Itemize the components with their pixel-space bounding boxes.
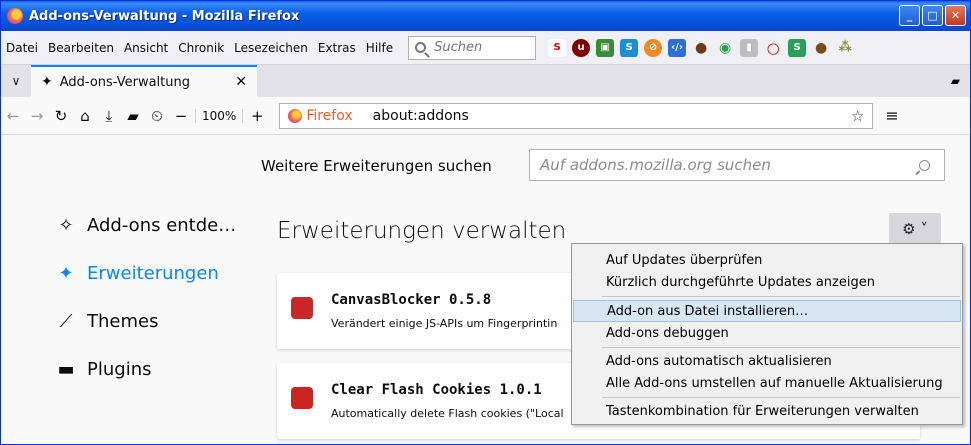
tab-list-chevron-icon[interactable]: ∨ xyxy=(1,74,31,88)
page-title: Erweiterungen verwalten xyxy=(277,218,567,244)
cookie-extension-icon[interactable]: ● xyxy=(692,39,710,57)
puzzle-icon: ✦ xyxy=(58,263,74,284)
search-icon xyxy=(415,42,427,53)
extension-toolbar: S u ▣ S ⊘ ‹/› ● ◉ ▮ ○ S ● ⁂ xyxy=(548,38,854,57)
cookie-icon xyxy=(291,387,313,409)
addons-page: Weitere Erweiterungen suchen Auf addons.… xyxy=(1,135,970,444)
menu-bar: Datei Bearbeiten Ansicht Chronik Lesezei… xyxy=(1,31,970,65)
toolbar-search-placeholder: Suchen xyxy=(434,40,483,55)
sidebar-item-label: Plugins xyxy=(87,359,152,380)
download-icon[interactable]: ⤓ xyxy=(97,107,121,125)
tab-strip: ∨ ✦ Add-ons-Verwaltung ✕ ▰ xyxy=(1,65,970,97)
menu-item-manual-update[interactable]: Alle Add-ons umstellen auf manuelle Aktu… xyxy=(573,372,961,394)
browser-window: Add-ons-Verwaltung - Mozilla Firefox _ □… xyxy=(0,0,971,445)
menu-item-auto-update[interactable]: Add-ons automatisch aktualisieren xyxy=(573,350,961,372)
tab-addons[interactable]: ✦ Add-ons-Verwaltung ✕ xyxy=(31,65,257,97)
cookie2-extension-icon[interactable]: ● xyxy=(812,39,830,57)
tab-title: Add-ons-Verwaltung xyxy=(59,74,190,90)
home-icon[interactable]: ⌂ xyxy=(73,107,97,125)
window-title: Add-ons-Verwaltung - Mozilla Firefox xyxy=(29,8,300,24)
title-bar: Add-ons-Verwaltung - Mozilla Firefox _ □… xyxy=(1,1,970,31)
sidebar-item-label: Add-ons entde… xyxy=(87,215,237,236)
window-controls: _ □ ✕ xyxy=(899,5,966,26)
brush-icon: ⟋ xyxy=(59,311,73,332)
minimize-button[interactable]: _ xyxy=(899,5,920,26)
addon-name: CanvasBlocker 0.5.8 xyxy=(331,292,492,308)
forward-icon[interactable]: → xyxy=(25,107,49,125)
firefox-logo-icon xyxy=(7,8,23,24)
close-window-button[interactable]: ✕ xyxy=(945,5,966,26)
grey-extension-icon[interactable]: ▮ xyxy=(740,38,759,57)
red-ring-extension-icon[interactable]: ○ xyxy=(764,39,782,57)
back-icon[interactable]: ← xyxy=(1,107,25,125)
url-bar[interactable]: Firefox about:addons ☆ xyxy=(279,102,874,129)
misc-extension-icon[interactable]: ⁂ xyxy=(836,39,854,57)
sidebar-item-plugins[interactable]: ▬ Plugins xyxy=(55,359,151,380)
extension-s-blue-icon[interactable]: S xyxy=(620,38,639,57)
menu-item-debug-addons[interactable]: Add-ons debuggen xyxy=(573,322,961,344)
amo-search-icon xyxy=(919,159,930,171)
addon-name: Clear Flash Cookies 1.0.1 xyxy=(331,382,542,398)
gear-dropdown-menu: Auf Updates überprüfen Kürzlich durchgef… xyxy=(571,243,963,425)
navigation-bar: ← → ↻ ⌂ ⤓ ▰ ⏲ − 100% + Firefox about:add… xyxy=(1,97,970,135)
sidebar-item-discover[interactable]: ✧ Add-ons entde… xyxy=(55,215,236,236)
bookmark-star-icon[interactable]: ☆ xyxy=(851,107,864,125)
menu-lesezeichen[interactable]: Lesezeichen xyxy=(229,41,313,55)
extension-s-icon[interactable]: S xyxy=(548,38,567,57)
extension-nav-icon[interactable]: ▰ xyxy=(121,107,145,125)
menu-extras[interactable]: Extras xyxy=(313,41,361,55)
extension-overflow-icon[interactable]: ▰ xyxy=(951,74,960,88)
menu-ansicht[interactable]: Ansicht xyxy=(119,41,173,55)
menu-hilfe[interactable]: Hilfe xyxy=(361,41,398,55)
ublock-icon[interactable]: u xyxy=(572,38,591,57)
hamburger-menu-icon[interactable]: ≡ xyxy=(885,106,898,125)
zoom-in-icon[interactable]: + xyxy=(245,107,269,125)
menu-item-check-updates[interactable]: Auf Updates überprüfen xyxy=(573,249,961,271)
menu-item-recent-updates[interactable]: Kürzlich durchgeführte Updates anzeigen xyxy=(573,271,961,293)
menu-bearbeiten[interactable]: Bearbeiten xyxy=(43,41,119,55)
addon-description: Verändert einige JS-APIs um Fingerprinti… xyxy=(331,317,558,330)
circle-extension-icon[interactable]: ◉ xyxy=(716,39,734,57)
green-extension-icon[interactable]: ▣ xyxy=(596,38,615,57)
close-tab-icon[interactable]: ✕ xyxy=(235,74,247,90)
plugin-icon: ▬ xyxy=(57,359,75,380)
fingerprint-icon xyxy=(291,297,313,319)
reload-icon[interactable]: ↻ xyxy=(49,107,73,125)
addon-description: Automatically delete Flash cookies ("Loc… xyxy=(331,407,564,420)
url-brand: Firefox xyxy=(306,107,353,124)
find-more-label: Weitere Erweiterungen suchen xyxy=(261,157,492,175)
sidebar-item-label: Erweiterungen xyxy=(87,263,219,284)
code-extension-icon[interactable]: ‹/› xyxy=(668,38,687,57)
sidebar-item-label: Themes xyxy=(87,311,159,332)
extension-s-green-icon[interactable]: S xyxy=(788,38,807,57)
menu-item-shortcuts[interactable]: Tastenkombination für Erweiterungen verw… xyxy=(573,400,961,422)
timer-icon[interactable]: ⏲ xyxy=(145,107,169,125)
menu-chronik[interactable]: Chronik xyxy=(173,41,229,55)
menu-separator xyxy=(602,296,960,297)
firefox-identity-icon xyxy=(288,108,303,123)
zoom-out-icon[interactable]: − xyxy=(169,107,193,125)
maximize-button[interactable]: □ xyxy=(922,5,943,26)
tools-gear-button[interactable]: ⚙ ˅ xyxy=(889,213,941,245)
menu-datei[interactable]: Datei xyxy=(1,41,43,55)
puzzle-icon: ✦ xyxy=(41,74,53,90)
amo-search-input[interactable]: Auf addons.mozilla.org suchen xyxy=(529,149,945,181)
menu-item-install-from-file[interactable]: Add-on aus Datei installieren… xyxy=(573,300,961,322)
discover-icon: ✧ xyxy=(58,215,74,236)
sidebar-item-extensions[interactable]: ✦ Erweiterungen xyxy=(55,263,219,284)
zoom-level[interactable]: 100% xyxy=(195,108,244,123)
toolbar-search-input[interactable]: Suchen xyxy=(408,35,537,60)
url-text: about:addons xyxy=(372,107,469,124)
gear-icon: ⚙ ˅ xyxy=(902,220,928,238)
sidebar-item-themes[interactable]: ⟋ Themes xyxy=(55,311,159,332)
orange-extension-icon[interactable]: ⊘ xyxy=(644,38,663,57)
menu-separator xyxy=(602,347,960,348)
menu-separator xyxy=(602,397,960,398)
amo-search-placeholder: Auf addons.mozilla.org suchen xyxy=(540,156,771,174)
